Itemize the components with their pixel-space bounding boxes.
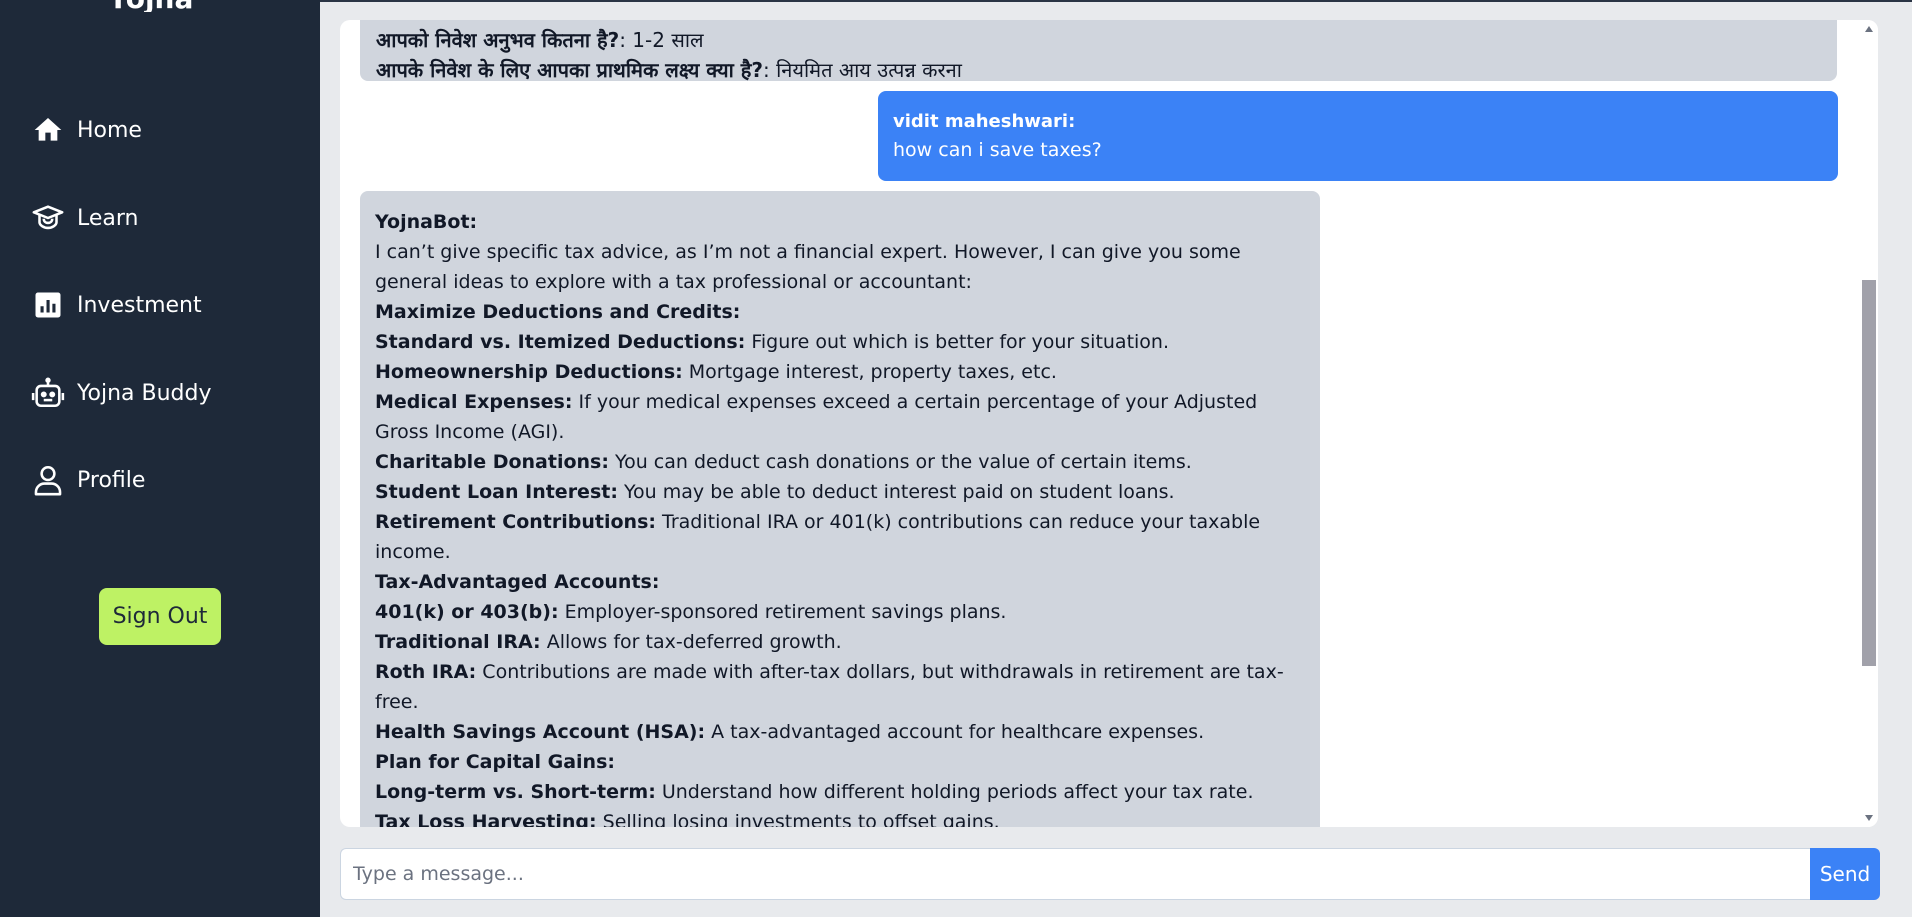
logo-clip: Yojna — [0, 0, 320, 12]
bot-line-text: income. — [375, 541, 451, 563]
bot-line-text: Contributions are made with after-tax do… — [476, 661, 1284, 683]
chat-scrollbar[interactable] — [1860, 20, 1878, 827]
chart-icon — [30, 287, 66, 323]
bot-message-line: I can’t give specific tax advice, as I’m… — [375, 237, 1305, 267]
bot-message-line: Traditional IRA: Allows for tax-deferred… — [375, 627, 1305, 657]
nav-label-learn: Learn — [77, 205, 139, 231]
bot-line-heading: Plan for Capital Gains: — [375, 751, 615, 773]
bot-line-heading: Student Loan Interest: — [375, 481, 618, 503]
nav-label-profile: Profile — [77, 467, 146, 493]
bot-message-line: Retirement Contributions: Traditional IR… — [375, 507, 1305, 537]
bot-line-text: Selling losing investments to offset gai… — [596, 811, 1000, 827]
question-text: आपके निवेश के लिए आपका प्राथमिक लक्ष्य क… — [376, 58, 763, 82]
nav-label-yojna-buddy: Yojna Buddy — [77, 380, 212, 406]
bot-message-line: Long-term vs. Short-term: Understand how… — [375, 777, 1305, 807]
answer-text: : नियमित आय उत्पन्न करना — [762, 58, 962, 82]
nav-label-investment: Investment — [77, 292, 202, 318]
bot-line-text: Employer-sponsored retirement savings pl… — [558, 601, 1007, 623]
bot-line-text: You can deduct cash donations or the val… — [608, 451, 1192, 473]
bot-message: YojnaBot: I can’t give specific tax advi… — [360, 191, 1320, 827]
bot-line-heading: Maximize Deductions and Credits: — [375, 301, 741, 323]
bot-message-line: free. — [375, 687, 1305, 717]
sign-out-button[interactable]: Sign Out — [99, 588, 221, 645]
bot-line-heading: Retirement Contributions: — [375, 511, 656, 533]
bot-line-text: Understand how different holding periods… — [655, 781, 1254, 803]
bot-message-line: Roth IRA: Contributions are made with af… — [375, 657, 1305, 687]
nav-item-learn[interactable]: Learn — [30, 196, 139, 240]
bot-line-heading: Tax Loss Harvesting: — [375, 811, 597, 827]
bot-line-text: Figure out which is better for your situ… — [745, 331, 1170, 353]
user-message: vidit maheshwari: how can i save taxes? — [878, 91, 1838, 181]
bot-line-heading: Roth IRA: — [375, 661, 477, 683]
bot-line-text: If your medical expenses exceed a certai… — [572, 391, 1258, 413]
nav-item-yojna-buddy[interactable]: Yojna Buddy — [30, 371, 212, 415]
message-line: आपके निवेश के लिए आपका प्राथमिक लक्ष्य क… — [376, 55, 962, 85]
chat-panel: आपको निवेश अनुभव कितना है?: 1-2 साल आपके… — [340, 20, 1878, 827]
chat-scroll-area[interactable]: आपको निवेश अनुभव कितना है?: 1-2 साल आपके… — [340, 20, 1860, 827]
bot-line-text: I can’t give specific tax advice, as I’m… — [375, 241, 1241, 263]
bot-message-line: Medical Expenses: If your medical expens… — [375, 387, 1305, 417]
bot-message-line: Plan for Capital Gains: — [375, 747, 1305, 777]
nav-item-home[interactable]: Home — [30, 108, 142, 152]
user-message-text: how can i save taxes? — [893, 139, 1102, 161]
bot-line-text: Mortgage interest, property taxes, etc. — [682, 361, 1057, 383]
nav-item-profile[interactable]: Profile — [30, 458, 145, 502]
bot-line-heading: Homeownership Deductions: — [375, 361, 683, 383]
app-logo[interactable]: Yojna — [108, 0, 193, 12]
bot-line-text: You may be able to deduct interest paid … — [617, 481, 1175, 503]
bot-line-heading: Charitable Donations: — [375, 451, 609, 473]
message-composer: Send — [340, 848, 1880, 900]
nav-item-investment[interactable]: Investment — [30, 283, 202, 327]
bot-line-text: free. — [375, 691, 419, 713]
answer-text: : 1-2 साल — [619, 28, 704, 52]
nav-label-home: Home — [77, 117, 142, 143]
sidebar: Yojna Home Learn Investment — [0, 0, 320, 917]
bot-line-heading: Health Savings Account (HSA): — [375, 721, 706, 743]
bot-message-line: income. — [375, 537, 1305, 567]
bot-message-body: I can’t give specific tax advice, as I’m… — [375, 237, 1305, 827]
bot-message-previous: आपको निवेश अनुभव कितना है?: 1-2 साल आपके… — [360, 20, 1837, 82]
bot-line-heading: Traditional IRA: — [375, 631, 541, 653]
bot-line-text: Gross Income (AGI). — [375, 421, 565, 443]
bot-message-line: 401(k) or 403(b): Employer-sponsored ret… — [375, 597, 1305, 627]
bot-message-line: Charitable Donations: You can deduct cas… — [375, 447, 1305, 477]
bot-message-line: Student Loan Interest: You may be able t… — [375, 477, 1305, 507]
bot-line-text: Allows for tax-deferred growth. — [540, 631, 842, 653]
bot-sender-name: YojnaBot: — [375, 211, 478, 233]
bot-message-line: Homeownership Deductions: Mortgage inter… — [375, 357, 1305, 387]
bot-line-text: A tax-advantaged account for healthcare … — [705, 721, 1205, 743]
scroll-thumb[interactable] — [1862, 280, 1876, 666]
send-button[interactable]: Send — [1810, 848, 1880, 900]
bot-message-line: Gross Income (AGI). — [375, 417, 1305, 447]
bot-line-heading: 401(k) or 403(b): — [375, 601, 559, 623]
graduation-cap-icon — [30, 200, 66, 236]
user-sender-name: vidit maheshwari: — [893, 111, 1076, 132]
bot-line-text: general ideas to explore with a tax prof… — [375, 271, 972, 293]
scroll-up-arrow-icon[interactable] — [1865, 26, 1873, 32]
scroll-down-arrow-icon[interactable] — [1865, 815, 1873, 821]
bot-message-line: Tax Loss Harvesting: Selling losing inve… — [375, 807, 1305, 827]
bot-line-text: Traditional IRA or 401(k) contributions … — [655, 511, 1261, 533]
bot-message-line: Tax-Advantaged Accounts: — [375, 567, 1305, 597]
bot-message-line: Standard vs. Itemized Deductions: Figure… — [375, 327, 1305, 357]
question-text: आपको निवेश अनुभव कितना है? — [376, 28, 620, 52]
user-icon — [30, 462, 66, 498]
message-line: आपको निवेश अनुभव कितना है?: 1-2 साल — [376, 26, 704, 54]
home-icon — [30, 112, 66, 148]
bot-message-line: general ideas to explore with a tax prof… — [375, 267, 1305, 297]
bot-line-heading: Standard vs. Itemized Deductions: — [375, 331, 746, 353]
bot-line-heading: Tax-Advantaged Accounts: — [375, 571, 660, 593]
bot-line-heading: Medical Expenses: — [375, 391, 573, 413]
bot-message-line: Maximize Deductions and Credits: — [375, 297, 1305, 327]
message-input[interactable] — [340, 848, 1810, 900]
bot-message-line: Health Savings Account (HSA): A tax-adva… — [375, 717, 1305, 747]
robot-icon — [30, 375, 66, 411]
bot-line-heading: Long-term vs. Short-term: — [375, 781, 656, 803]
top-divider — [320, 0, 1912, 2]
